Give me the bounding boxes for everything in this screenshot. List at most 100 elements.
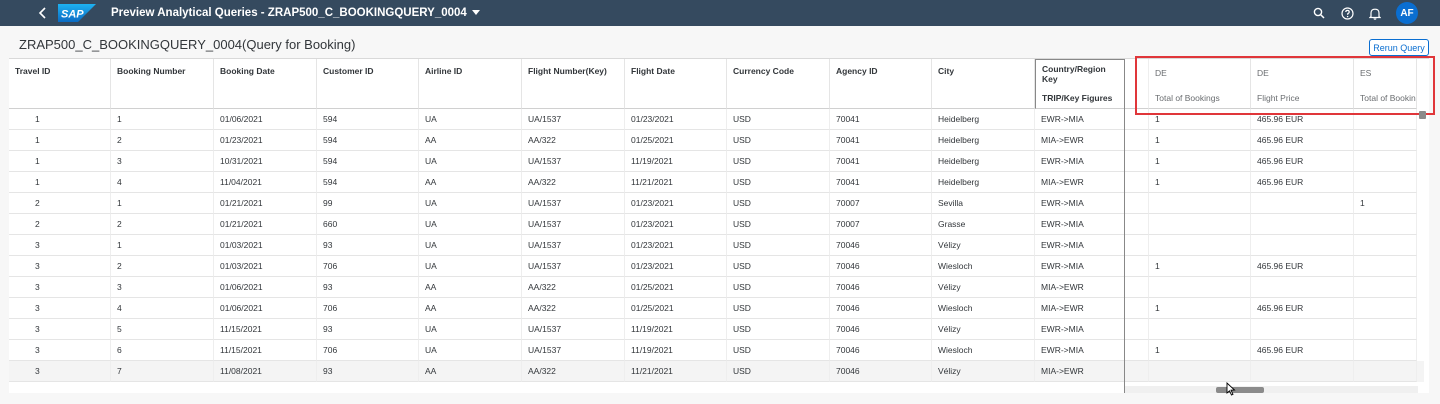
- table-cell[interactable]: 594: [317, 130, 419, 151]
- table-cell[interactable]: 11/19/2021: [625, 151, 727, 172]
- table-cell[interactable]: 70046: [830, 277, 932, 298]
- trip-cell[interactable]: EWR->MIA: [1035, 340, 1125, 361]
- table-cell[interactable]: UA/1537: [522, 319, 625, 340]
- pivot-value-cell[interactable]: 1: [1149, 298, 1251, 319]
- trip-cell[interactable]: MIA->EWR: [1035, 130, 1125, 151]
- table-cell[interactable]: 1: [9, 130, 111, 151]
- column-header[interactable]: City: [932, 59, 1035, 109]
- column-header[interactable]: Customer ID: [317, 59, 419, 109]
- table-cell[interactable]: UA: [419, 319, 522, 340]
- table-cell[interactable]: 70046: [830, 298, 932, 319]
- pivot-country-label[interactable]: DE: [1257, 68, 1269, 78]
- table-cell[interactable]: AA: [419, 172, 522, 193]
- column-header[interactable]: Booking Number: [111, 59, 214, 109]
- table-cell[interactable]: 01/03/2021: [214, 235, 317, 256]
- table-cell[interactable]: 93: [317, 235, 419, 256]
- table-cell[interactable]: 1: [111, 193, 214, 214]
- trip-cell[interactable]: MIA->EWR: [1035, 298, 1125, 319]
- table-cell[interactable]: USD: [727, 130, 830, 151]
- pivot-value-cell[interactable]: 1: [1354, 193, 1417, 214]
- table-cell[interactable]: UA: [419, 193, 522, 214]
- table-cell[interactable]: 70041: [830, 130, 932, 151]
- table-cell[interactable]: 3: [111, 151, 214, 172]
- table-cell[interactable]: 70046: [830, 235, 932, 256]
- column-header[interactable]: Agency ID: [830, 59, 932, 109]
- table-cell[interactable]: 594: [317, 109, 419, 130]
- table-cell[interactable]: USD: [727, 319, 830, 340]
- trip-cell[interactable]: EWR->MIA: [1035, 214, 1125, 235]
- column-header[interactable]: Travel ID: [9, 59, 111, 109]
- column-header[interactable]: Booking Date: [214, 59, 317, 109]
- table-cell[interactable]: 11/19/2021: [625, 340, 727, 361]
- table-cell[interactable]: Heidelberg: [932, 172, 1035, 193]
- table-cell[interactable]: 3: [9, 277, 111, 298]
- pivot-value-cell[interactable]: [1354, 256, 1417, 277]
- pivot-value-cell[interactable]: 465.96 EUR: [1251, 340, 1354, 361]
- table-cell[interactable]: 5: [111, 319, 214, 340]
- table-cell[interactable]: 3: [9, 298, 111, 319]
- table-cell[interactable]: UA/1537: [522, 151, 625, 172]
- table-cell[interactable]: 01/23/2021: [625, 193, 727, 214]
- table-cell[interactable]: 01/25/2021: [625, 298, 727, 319]
- trip-cell[interactable]: EWR->MIA: [1035, 319, 1125, 340]
- table-cell[interactable]: USD: [727, 340, 830, 361]
- table-cell[interactable]: 01/06/2021: [214, 298, 317, 319]
- table-cell[interactable]: 01/06/2021: [214, 109, 317, 130]
- table-cell[interactable]: 11/21/2021: [625, 172, 727, 193]
- country-region-key-header[interactable]: Country/Region Key: [1035, 59, 1125, 89]
- pivot-value-cell[interactable]: [1149, 214, 1251, 235]
- table-cell[interactable]: AA: [419, 130, 522, 151]
- table-cell[interactable]: 01/23/2021: [625, 214, 727, 235]
- table-cell[interactable]: 1: [111, 109, 214, 130]
- table-cell[interactable]: Wiesloch: [932, 256, 1035, 277]
- pivot-value-cell[interactable]: [1251, 361, 1354, 382]
- pivot-value-cell[interactable]: [1149, 193, 1251, 214]
- table-cell[interactable]: 01/23/2021: [625, 256, 727, 277]
- table-cell[interactable]: AA/322: [522, 361, 625, 382]
- help-icon[interactable]: [1333, 0, 1361, 26]
- table-cell[interactable]: 3: [111, 277, 214, 298]
- table-cell[interactable]: 11/08/2021: [214, 361, 317, 382]
- table-cell[interactable]: USD: [727, 214, 830, 235]
- table-cell[interactable]: 11/15/2021: [214, 319, 317, 340]
- table-cell[interactable]: AA: [419, 277, 522, 298]
- search-icon[interactable]: [1305, 0, 1333, 26]
- table-cell[interactable]: USD: [727, 298, 830, 319]
- column-header[interactable]: Flight Date: [625, 59, 727, 109]
- table-cell[interactable]: 1: [9, 172, 111, 193]
- table-cell[interactable]: USD: [727, 109, 830, 130]
- table-cell[interactable]: AA/322: [522, 130, 625, 151]
- pivot-value-cell[interactable]: [1149, 361, 1251, 382]
- table-cell[interactable]: Sevilla: [932, 193, 1035, 214]
- table-cell[interactable]: UA: [419, 340, 522, 361]
- pivot-value-cell[interactable]: [1354, 109, 1417, 130]
- pivot-value-cell[interactable]: 1: [1149, 340, 1251, 361]
- pivot-value-cell[interactable]: 465.96 EUR: [1251, 172, 1354, 193]
- table-cell[interactable]: 93: [317, 319, 419, 340]
- table-cell[interactable]: UA: [419, 214, 522, 235]
- pivot-value-cell[interactable]: 1: [1149, 109, 1251, 130]
- pivot-country-label[interactable]: ES: [1360, 68, 1371, 78]
- table-cell[interactable]: 93: [317, 361, 419, 382]
- table-cell[interactable]: 1: [9, 109, 111, 130]
- pivot-value-cell[interactable]: [1354, 340, 1417, 361]
- table-cell[interactable]: 70041: [830, 172, 932, 193]
- trip-key-figures-header[interactable]: TRIP/Key Figures: [1035, 88, 1125, 109]
- table-cell[interactable]: 70046: [830, 340, 932, 361]
- table-cell[interactable]: 3: [9, 361, 111, 382]
- pivot-measure-label[interactable]: Total of Bookin: [1360, 93, 1416, 103]
- vertical-scrollbar[interactable]: [1419, 111, 1426, 119]
- table-cell[interactable]: UA/1537: [522, 193, 625, 214]
- table-cell[interactable]: 01/06/2021: [214, 277, 317, 298]
- table-cell[interactable]: 01/21/2021: [214, 193, 317, 214]
- table-cell[interactable]: Vélizy: [932, 277, 1035, 298]
- trip-cell[interactable]: EWR->MIA: [1035, 235, 1125, 256]
- table-cell[interactable]: 706: [317, 340, 419, 361]
- table-cell[interactable]: Vélizy: [932, 235, 1035, 256]
- table-cell[interactable]: 1: [9, 151, 111, 172]
- pivot-value-cell[interactable]: [1354, 298, 1417, 319]
- pivot-value-cell[interactable]: [1149, 319, 1251, 340]
- table-cell[interactable]: USD: [727, 235, 830, 256]
- table-cell[interactable]: USD: [727, 277, 830, 298]
- table-cell[interactable]: UA/1537: [522, 340, 625, 361]
